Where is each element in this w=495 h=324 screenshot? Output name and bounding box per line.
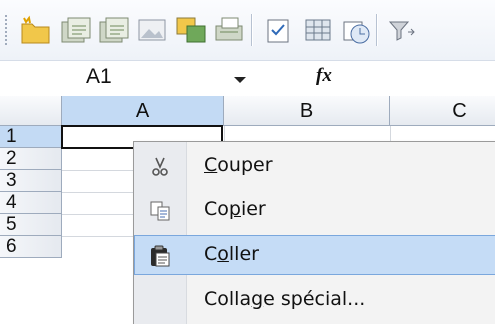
chevron-down-icon[interactable] (234, 77, 246, 83)
toolbar-grip[interactable] (4, 14, 8, 46)
checkbox-icon[interactable] (260, 12, 296, 48)
save-icon[interactable] (96, 12, 132, 48)
menu-item-coller[interactable]: Coller (134, 235, 495, 275)
column-header-b[interactable]: B (224, 96, 390, 126)
menu-item-label: Collage spécial... (204, 288, 366, 310)
menu-item-label: Copier (204, 198, 266, 220)
mail-icon[interactable] (338, 12, 374, 48)
toolbar-separator (251, 14, 252, 46)
column-header-c[interactable]: C (390, 96, 495, 126)
new-folder-icon[interactable] (18, 12, 54, 48)
menu-item-collage-special[interactable]: Collage spécial... (134, 280, 495, 320)
print-icon[interactable] (212, 12, 248, 48)
select-all-corner[interactable] (0, 96, 62, 126)
paste-icon (148, 244, 172, 268)
open-icon[interactable] (58, 12, 94, 48)
copy-table-icon[interactable] (173, 12, 209, 48)
row-header-3[interactable]: 3 (0, 170, 62, 192)
row-header-6[interactable]: 6 (0, 236, 62, 258)
menu-item-label: Couper (204, 154, 273, 176)
scissors-icon (148, 155, 172, 179)
row-header-2[interactable]: 2 (0, 148, 62, 170)
column-header-a[interactable]: A (62, 96, 224, 126)
menu-item-copier[interactable]: Copier (134, 190, 495, 230)
toolbar (0, 0, 495, 60)
menu-item-label: Coller (204, 243, 259, 265)
name-box[interactable]: A1 (86, 65, 112, 89)
row-header-5[interactable]: 5 (0, 214, 62, 236)
row-header-4[interactable]: 4 (0, 192, 62, 214)
image-icon[interactable] (134, 12, 170, 48)
menu-item-couper[interactable]: Couper (134, 146, 495, 186)
filter-icon[interactable] (384, 12, 420, 48)
formula-bar: A1 fx (0, 60, 495, 97)
fx-icon[interactable]: fx (316, 65, 332, 87)
table-icon[interactable] (300, 12, 336, 48)
row-header-1[interactable]: 1 (0, 126, 62, 148)
context-menu: Couper Copier Coller Collage spécial... (133, 141, 495, 324)
toolbar-separator (376, 14, 377, 46)
spreadsheet-window: A1 fx A B C 1 2 3 4 5 6 Couper Copier Co… (0, 0, 495, 324)
copy-icon (148, 199, 172, 223)
